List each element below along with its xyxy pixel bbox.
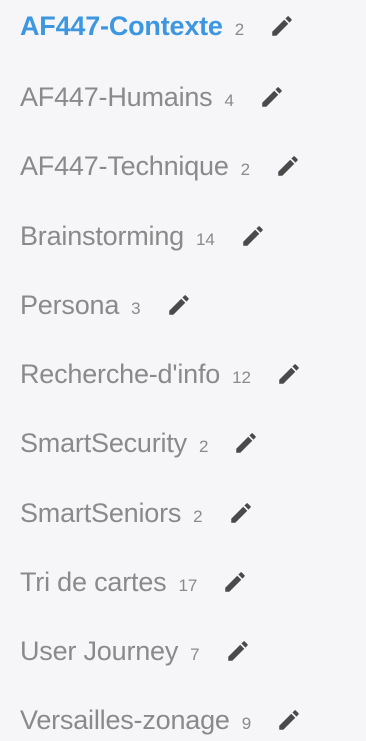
list-item-count: 2 (240, 160, 251, 179)
list-menu: AF447-Contexte 2 AF447-Humains 4 AF447-T… (0, 0, 366, 741)
pencil-icon[interactable] (258, 83, 286, 111)
pencil-icon[interactable] (232, 429, 260, 457)
list-item-count: 2 (234, 20, 245, 39)
list-item-af447-humains[interactable]: AF447-Humains 4 (20, 77, 286, 117)
pencil-icon[interactable] (227, 499, 255, 527)
list-item-count: 2 (193, 507, 203, 526)
list-item-label: AF447-Humains (20, 81, 213, 112)
list-item-label: Recherche-d'info (20, 358, 221, 389)
pencil-icon[interactable] (268, 12, 296, 40)
list-item-brainstorming[interactable]: Brainstorming 14 (20, 216, 267, 256)
list-item-label: Tri de cartes (20, 566, 167, 597)
list-item-count: 17 (178, 576, 198, 595)
list-item-recherche-dinfo[interactable]: Recherche-d'info 12 (20, 354, 303, 394)
list-item-af447-technique[interactable]: AF447-Technique 2 (20, 146, 302, 186)
list-item-versailles-zonage[interactable]: Versailles-zonage 9 (20, 700, 303, 740)
list-item-count: 2 (198, 437, 209, 456)
list-item-label: AF447-Technique (20, 150, 229, 181)
list-item-count: 4 (224, 91, 234, 110)
list-item-label: Versailles-zonage (20, 704, 230, 735)
list-item-user-journey[interactable]: User Journey 7 (20, 631, 252, 671)
list-item-label: Brainstorming (20, 220, 184, 251)
list-item-count: 7 (190, 645, 200, 664)
pencil-icon[interactable] (165, 291, 193, 319)
list-item-count: 9 (241, 714, 252, 733)
pencil-icon[interactable] (275, 706, 303, 734)
list-item-label: SmartSeniors (20, 497, 182, 528)
list-item-label: AF447-Contexte (20, 10, 223, 41)
list-item-persona[interactable]: Persona 3 (20, 285, 193, 325)
list-item-smartseniors[interactable]: SmartSeniors 2 (20, 493, 255, 533)
list-item-label: Persona (20, 289, 120, 320)
pencil-icon[interactable] (239, 222, 267, 250)
list-item-label: User Journey (20, 635, 179, 666)
pencil-icon[interactable] (224, 637, 252, 665)
list-item-tri-de-cartes[interactable]: Tri de cartes 17 (20, 562, 249, 602)
pencil-icon[interactable] (221, 568, 249, 596)
list-item-af447-contexte[interactable]: AF447-Contexte 2 (20, 6, 296, 46)
list-item-label: SmartSecurity (20, 427, 187, 458)
list-item-count: 3 (131, 299, 141, 318)
list-item-count: 14 (195, 230, 215, 249)
list-item-smartsecurity[interactable]: SmartSecurity 2 (20, 423, 260, 463)
pencil-icon[interactable] (275, 360, 303, 388)
pencil-icon[interactable] (274, 152, 302, 180)
list-item-count: 12 (232, 368, 251, 387)
